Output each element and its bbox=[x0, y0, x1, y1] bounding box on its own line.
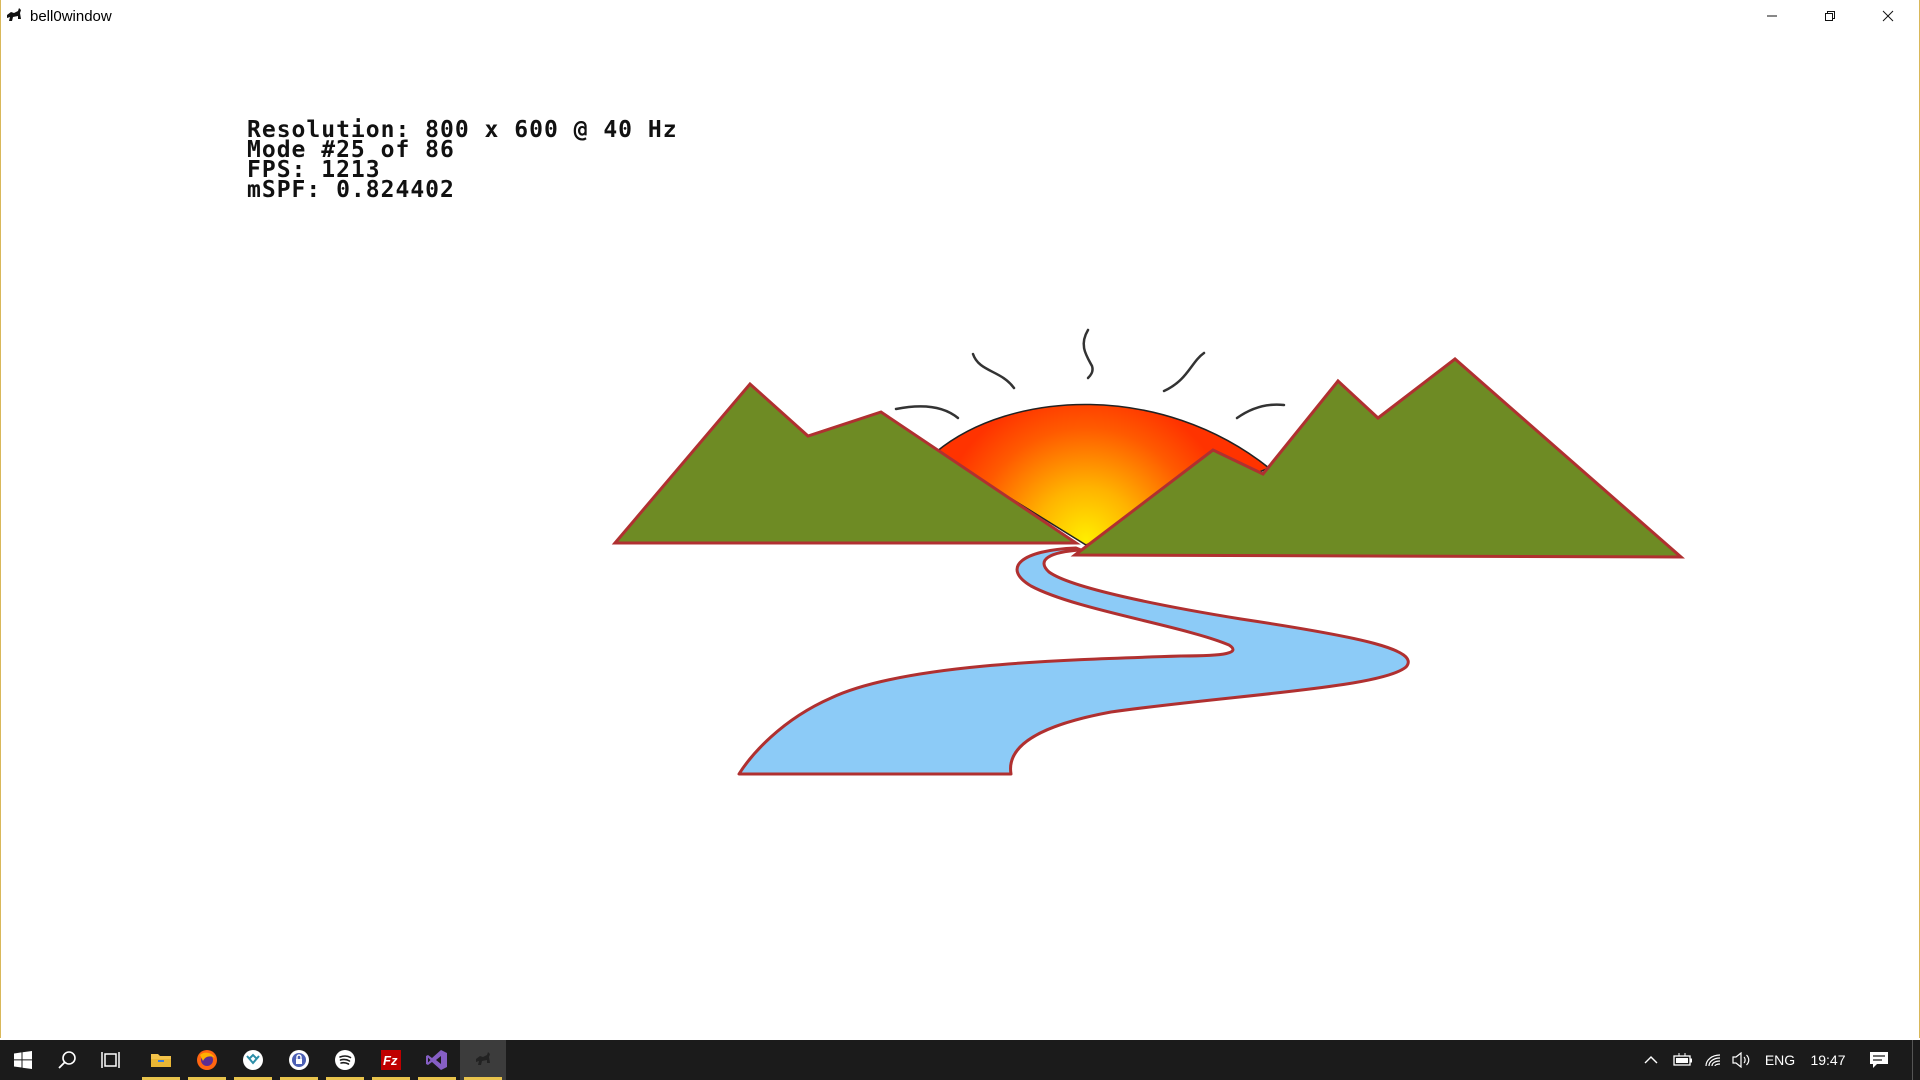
spotify-icon bbox=[335, 1050, 355, 1070]
file-explorer-button[interactable] bbox=[138, 1040, 184, 1080]
filezilla-button[interactable]: Fz bbox=[368, 1040, 414, 1080]
sun-ray bbox=[1082, 328, 1094, 380]
search-button[interactable] bbox=[44, 1040, 90, 1080]
keepass-icon bbox=[289, 1050, 309, 1070]
vscode-icon bbox=[243, 1050, 263, 1070]
landscape-scene bbox=[611, 328, 1686, 776]
wifi-icon bbox=[1705, 1054, 1721, 1067]
vscode-button[interactable] bbox=[230, 1040, 276, 1080]
search-icon bbox=[58, 1051, 76, 1069]
task-view-button[interactable] bbox=[88, 1040, 134, 1080]
chevron-up-icon bbox=[1644, 1056, 1658, 1064]
language-indicator[interactable]: ENG bbox=[1760, 1040, 1800, 1080]
battery-icon bbox=[1673, 1053, 1692, 1066]
svg-text:Fz: Fz bbox=[383, 1053, 398, 1068]
volume-button[interactable] bbox=[1728, 1040, 1754, 1080]
task-view-icon bbox=[101, 1052, 120, 1068]
speaker-icon bbox=[1732, 1052, 1750, 1068]
notification-icon bbox=[1870, 1052, 1888, 1068]
action-center-button[interactable] bbox=[1864, 1040, 1894, 1080]
river bbox=[737, 546, 1410, 776]
sun-ray bbox=[971, 352, 1016, 390]
firefox-button[interactable] bbox=[184, 1040, 230, 1080]
firefox-icon bbox=[197, 1050, 217, 1070]
start-button[interactable] bbox=[0, 1040, 46, 1080]
filezilla-icon: Fz bbox=[381, 1050, 401, 1070]
start-icon bbox=[14, 1051, 32, 1069]
visual-studio-button[interactable] bbox=[414, 1040, 460, 1080]
sun-ray bbox=[894, 405, 960, 420]
network-button[interactable] bbox=[1700, 1040, 1726, 1080]
sun-ray bbox=[1235, 403, 1286, 420]
file-explorer-icon bbox=[151, 1054, 171, 1067]
clock[interactable]: 19:47 bbox=[1806, 1040, 1850, 1080]
bell0window-taskbar-button[interactable] bbox=[460, 1040, 506, 1080]
app-window: bell0window Resolution: 800 x 600 @ 40 H… bbox=[0, 0, 1920, 1038]
battery-button[interactable] bbox=[1670, 1040, 1696, 1080]
visual-studio-icon bbox=[426, 1050, 447, 1070]
show-hidden-icons-button[interactable] bbox=[1640, 1040, 1662, 1080]
sun-ray bbox=[1162, 351, 1206, 393]
spotify-button[interactable] bbox=[322, 1040, 368, 1080]
show-desktop-button[interactable] bbox=[1912, 1040, 1920, 1080]
taskbar: Fz ENG 19:47 bbox=[0, 1040, 1920, 1080]
bell0window-app-icon bbox=[476, 1052, 490, 1065]
keepass-button[interactable] bbox=[276, 1040, 322, 1080]
